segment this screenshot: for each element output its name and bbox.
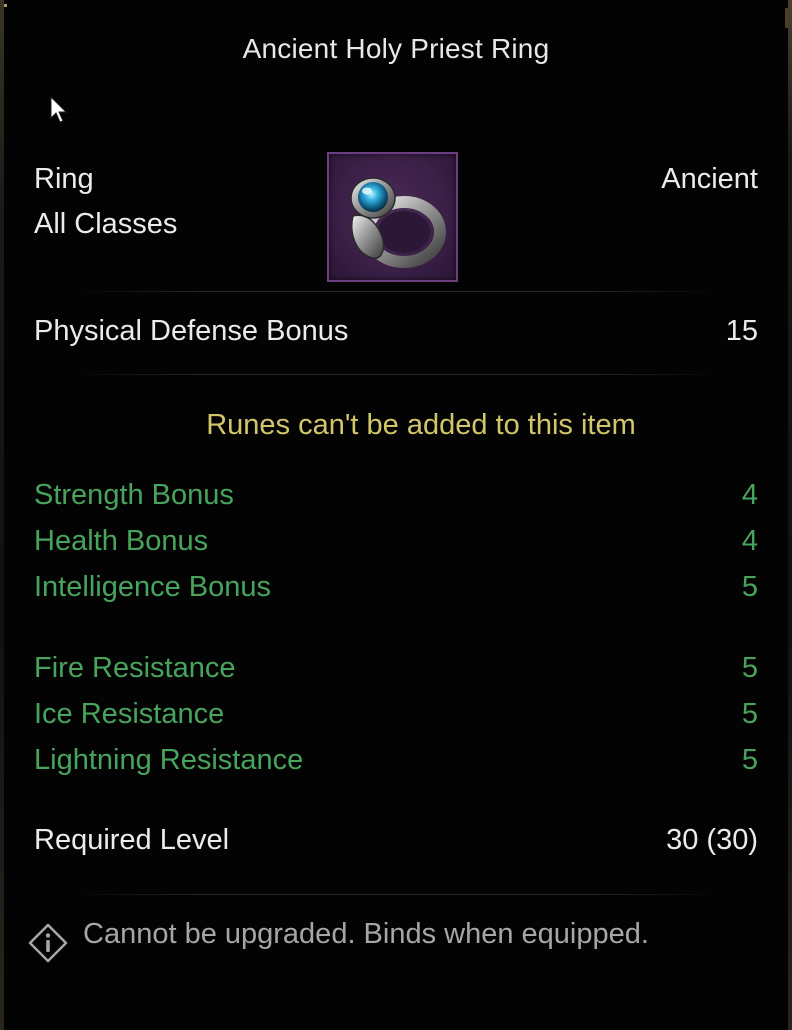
- item-class-restriction: All Classes: [34, 208, 178, 240]
- stat-value: 4: [741, 479, 758, 511]
- stat-label: Intelligence Bonus: [34, 571, 271, 603]
- item-tooltip: Ancient Holy Priest Ring Ring All Classe…: [0, 0, 792, 1030]
- stat-value: 5: [741, 571, 758, 603]
- defense-value: 15: [725, 315, 758, 347]
- resistance-value: 5: [741, 698, 758, 730]
- stat-value: 4: [741, 525, 758, 557]
- ring-icon: [350, 177, 446, 268]
- stat-label: Health Bonus: [34, 525, 209, 557]
- resistance-label: Fire Resistance: [34, 652, 236, 684]
- stat-label: Strength Bonus: [34, 479, 234, 511]
- section-divider: [70, 374, 722, 375]
- section-divider: [70, 291, 722, 292]
- resistance-value: 5: [741, 652, 758, 684]
- runes-notice: Runes can't be added to this item: [206, 409, 636, 441]
- item-icon-slot: [327, 152, 458, 282]
- item-type: Ring: [34, 163, 94, 195]
- tooltip-left-border: [0, 0, 4, 1030]
- resistance-label: Ice Resistance: [34, 698, 225, 730]
- item-rarity: Ancient: [661, 163, 758, 195]
- footer-notice: Cannot be upgraded. Binds when equipped.: [83, 918, 649, 950]
- info-diamond-icon: [28, 923, 68, 963]
- defense-label: Physical Defense Bonus: [34, 315, 349, 347]
- tooltip-corner-ornament: [4, 4, 7, 7]
- required-level-label: Required Level: [34, 824, 230, 856]
- item-title: Ancient Holy Priest Ring: [242, 33, 550, 64]
- required-level-value: 30 (30): [666, 824, 758, 856]
- resistance-value: 5: [741, 744, 758, 776]
- tooltip-right-border: [788, 0, 792, 1030]
- section-divider: [70, 894, 722, 895]
- resistance-label: Lightning Resistance: [34, 744, 304, 776]
- tooltip-corner-ornament-right: [785, 8, 788, 28]
- mouse-cursor-icon: [50, 96, 68, 123]
